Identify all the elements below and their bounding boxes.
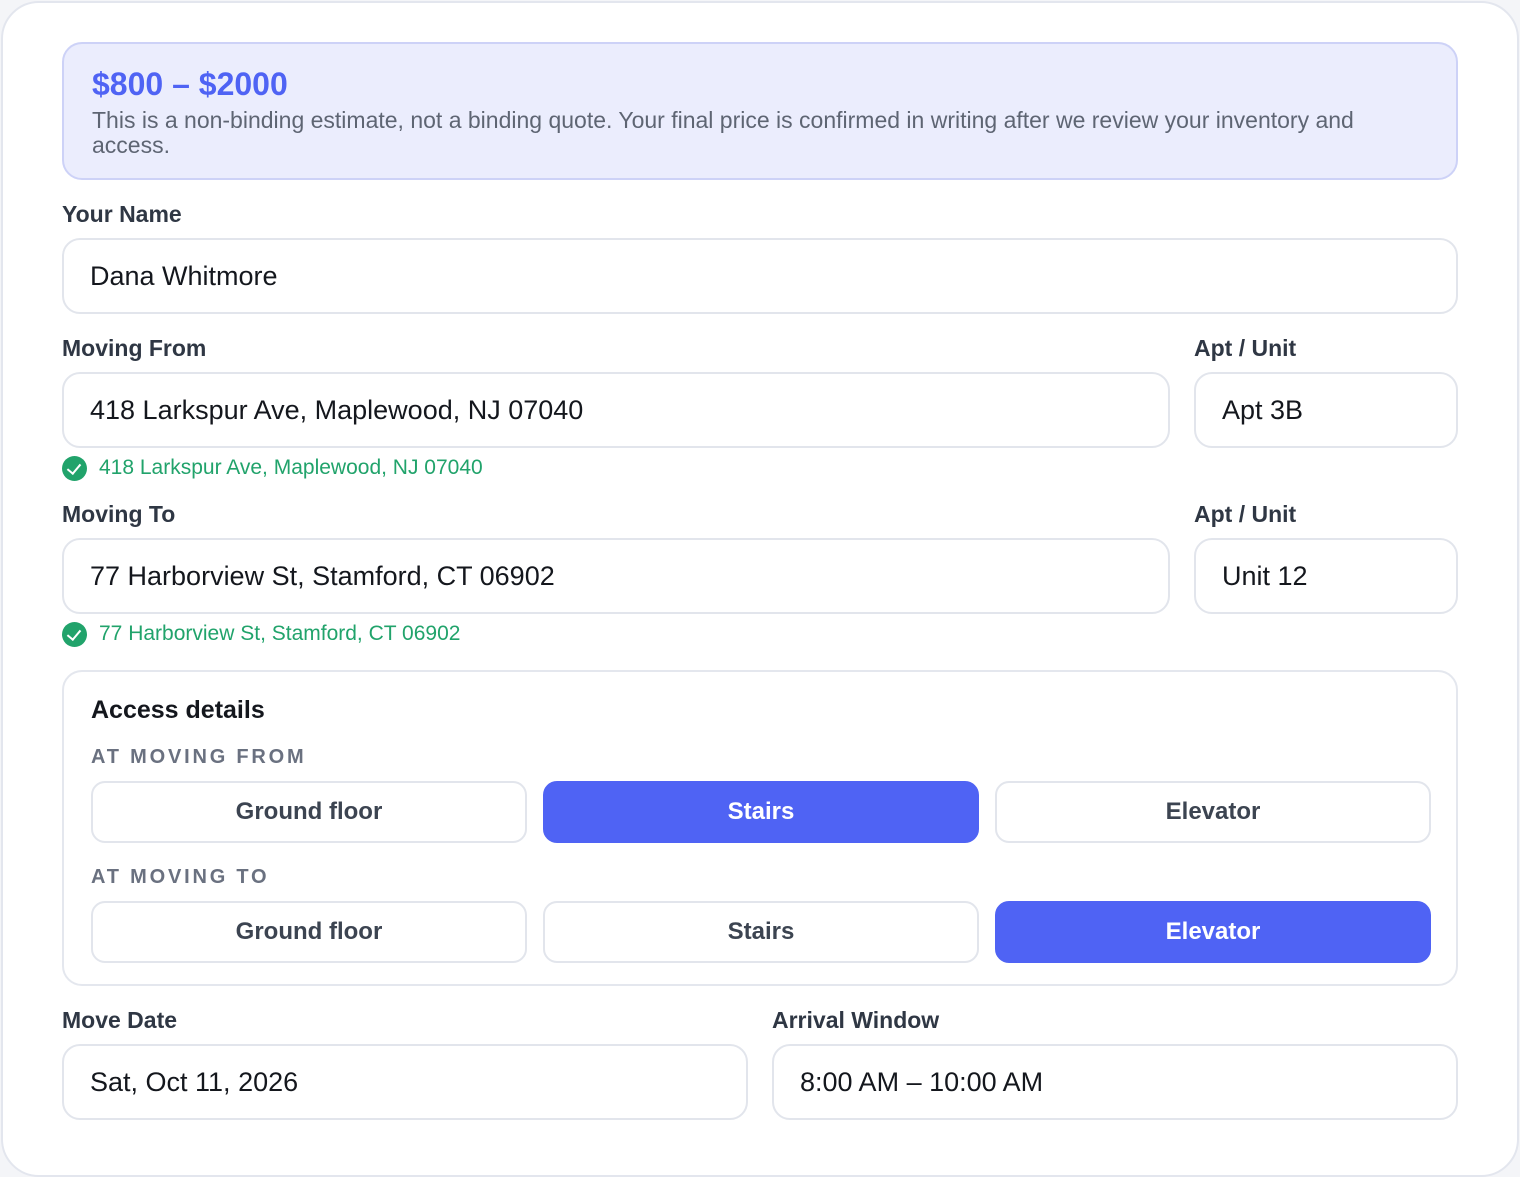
access-from-caption: AT MOVING FROM [91,746,307,768]
moving-to-verified-text: 77 Harborview St, Stamford, CT 06902 [99,622,461,645]
estimate-note: This is a non-binding estimate, not a bi… [92,107,1354,158]
access-to-ground-floor-option[interactable]: Ground floor [91,901,527,963]
check-circle-icon [62,455,87,481]
access-to-elevator-option[interactable]: Elevator [995,901,1431,963]
arrival-window-field[interactable]: 8:00 AM – 10:00 AM [772,1044,1458,1120]
moving-from-unit-label: Apt / Unit [1194,335,1297,361]
moving-from-verified-text: 418 Larkspur Ave, Maplewood, NJ 07040 [99,456,483,479]
move-date-field[interactable]: Sat, Oct 11, 2026 [62,1044,748,1120]
moving-to-label: Moving To [62,501,176,527]
access-from-stairs-option[interactable]: Stairs [543,781,979,843]
moving-to-address-field[interactable]: 77 Harborview St, Stamford, CT 06902 [62,538,1170,614]
access-from-ground-floor-option[interactable]: Ground floor [91,781,527,843]
move-date-label: Move Date [62,1007,178,1033]
name-field[interactable]: Dana Whitmore [62,238,1458,314]
moving-from-verified: 418 Larkspur Ave, Maplewood, NJ 07040 [62,454,483,482]
access-from-elevator-option[interactable]: Elevator [995,781,1431,843]
moving-from-label: Moving From [62,335,207,361]
name-label: Your Name [62,201,182,227]
moving-to-verified: 77 Harborview St, Stamford, CT 06902 [62,620,460,648]
check-circle-icon [62,621,87,647]
moving-from-unit-field[interactable]: Apt 3B [1194,372,1458,448]
access-to-stairs-option[interactable]: Stairs [543,901,979,963]
moving-to-unit-label: Apt / Unit [1194,501,1297,527]
access-details-title: Access details [91,696,265,724]
access-to-caption: AT MOVING TO [91,866,270,888]
estimate-range: $800 – $2000 [92,66,288,102]
arrival-window-label: Arrival Window [772,1007,940,1033]
access-details-panel: Access details AT MOVING FROM Ground flo… [62,670,1458,986]
moving-to-unit-field[interactable]: Unit 12 [1194,538,1458,614]
moving-from-address-field[interactable]: 418 Larkspur Ave, Maplewood, NJ 07040 [62,372,1170,448]
estimate-banner: $800 – $2000 This is a non-binding estim… [62,42,1458,180]
